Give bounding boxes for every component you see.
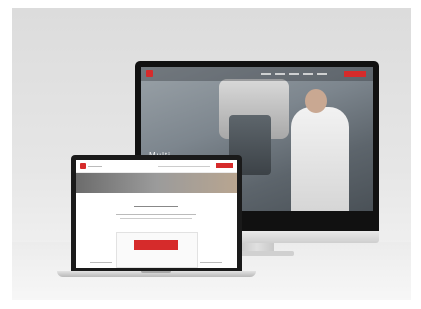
nav-item (317, 73, 327, 75)
macbook-screen (76, 160, 237, 268)
hero-banner (76, 173, 237, 193)
nav-item (261, 73, 271, 75)
macbook-notch (141, 271, 171, 273)
brand-name (88, 166, 102, 167)
doctor-head (305, 89, 327, 113)
mockup-scene: Multi- (12, 8, 411, 300)
form-box (116, 232, 198, 268)
footer-text (90, 262, 112, 263)
nav-links (158, 166, 210, 167)
macbook-lid (71, 155, 242, 271)
brand-logo-icon (146, 70, 153, 77)
imac-stand (240, 243, 274, 251)
nav-item (275, 73, 285, 75)
nav-item (289, 73, 299, 75)
nav-cta-button (344, 71, 366, 77)
doctor-figure (291, 107, 349, 211)
section-text (116, 214, 196, 215)
nav-cta-button (216, 163, 233, 168)
section-heading (134, 206, 178, 207)
website-nav (76, 160, 237, 173)
brand-logo-icon (80, 163, 86, 169)
footer-text (200, 262, 222, 263)
website-nav (141, 67, 373, 81)
section-text (120, 218, 192, 219)
nav-item (303, 73, 313, 75)
submit-button (134, 240, 178, 250)
